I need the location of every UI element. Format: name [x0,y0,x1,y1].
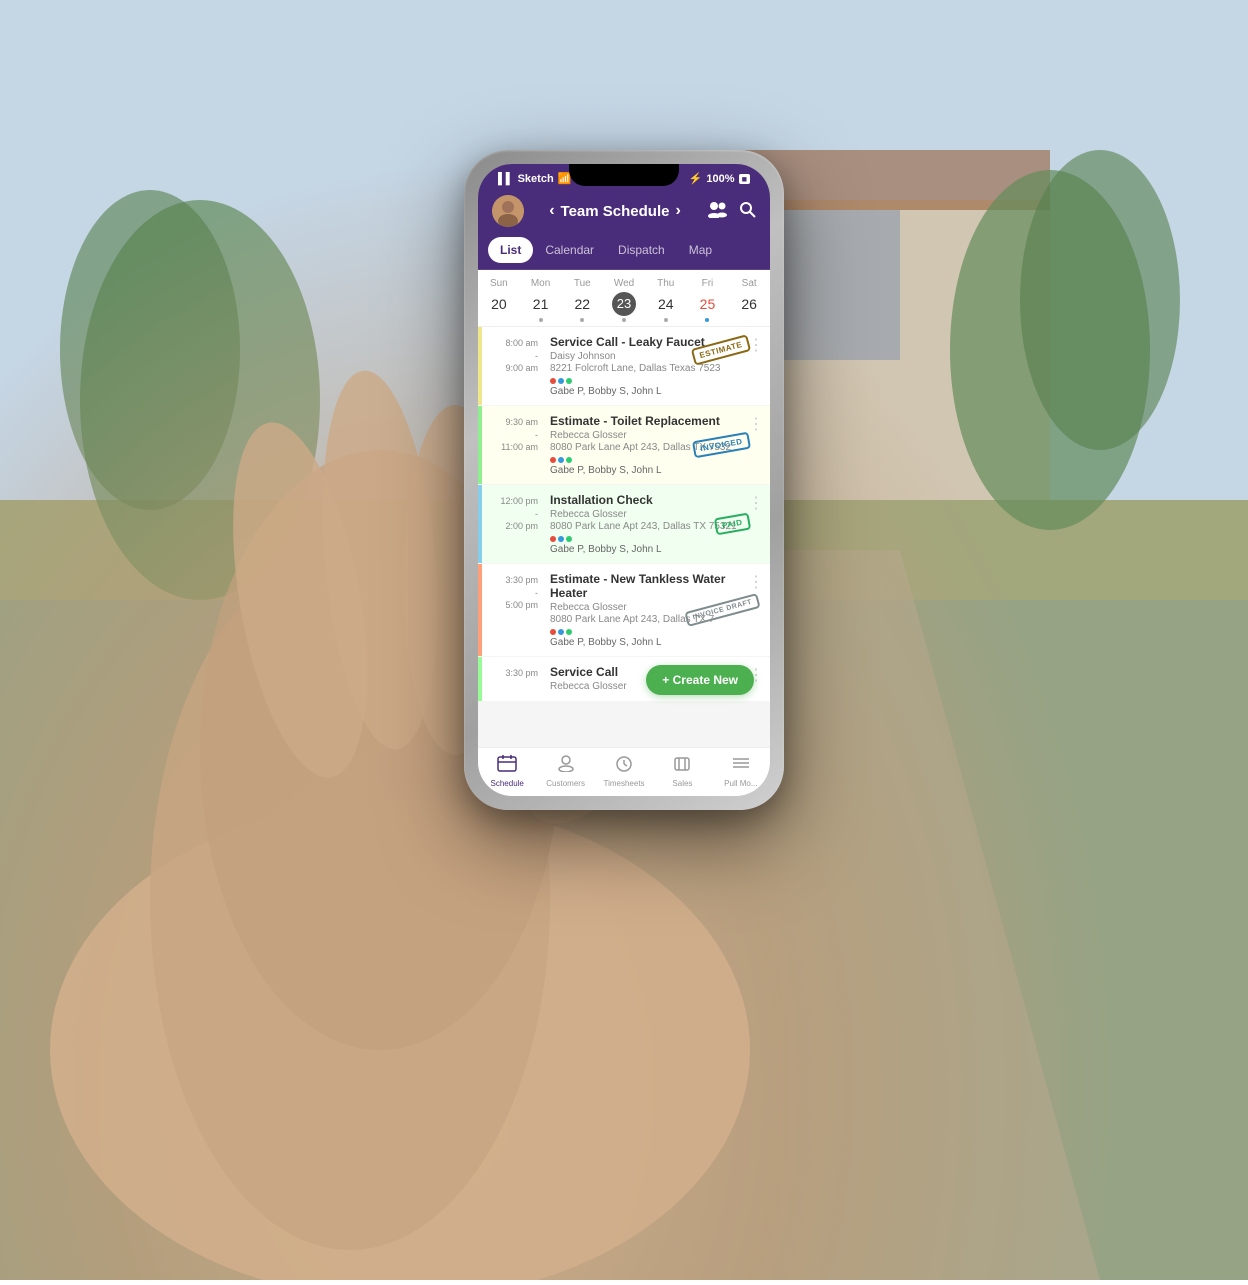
phone-frame: ▌▌ Sketch 📶 ⚡ 100% ■ [464,150,784,810]
nav-timesheets[interactable]: Timesheets [595,754,653,788]
nav-customers[interactable]: Customers [536,754,594,788]
battery-label: 100% [706,173,734,185]
day-mon[interactable]: Mon 21 [520,278,562,322]
item-content-4: Estimate - New Tankless Water Heater Reb… [544,564,770,656]
customers-icon [556,754,576,777]
team-color-dots-4 [550,629,764,635]
schedule-item-1[interactable]: 8:00 am - 9:00 am Service Call - Leaky F… [478,327,770,405]
more-options-1[interactable]: ⋮ [748,335,764,355]
sales-icon [672,754,692,777]
dot-red [550,378,556,384]
nav-schedule[interactable]: Schedule [478,754,536,788]
more-options-2[interactable]: ⋮ [748,414,764,434]
status-right: ⚡ 100% ■ [689,172,750,185]
team-color-dots-2 [550,457,764,463]
tab-list[interactable]: List [488,237,533,263]
item-team-2: Gabe P, Bobby S, John L [550,465,764,476]
bluetooth-icon: ⚡ [689,172,703,185]
item-content-1: Service Call - Leaky Faucet Daisy Johnso… [544,327,770,405]
status-left: ▌▌ Sketch 📶 [498,172,571,185]
day-sun[interactable]: Sun 20 [478,278,520,322]
app-screen: ▌▌ Sketch 📶 ⚡ 100% ■ [478,164,770,796]
time-range-2: 9:30 am - 11:00 am [482,406,544,484]
nav-back-button[interactable]: ‹ [549,202,554,220]
item-content-3: Installation Check Rebecca Glosser 8080 … [544,485,770,563]
dot-red [550,629,556,635]
bottom-navigation: Schedule Customers [478,747,770,796]
item-address-1: 8221 Folcroft Lane, Dallas Texas 7523 [550,363,764,374]
more-options-4[interactable]: ⋮ [748,572,764,592]
item-address-4: 8080 Park Lane Apt 243, Dallas TX 7 [550,614,764,625]
item-team-1: Gabe P, Bobby S, John L [550,386,764,397]
nav-customers-label: Customers [546,779,585,788]
item-team-4: Gabe P, Bobby S, John L [550,637,764,648]
more-options-3[interactable]: ⋮ [748,493,764,513]
dot-red [550,457,556,463]
schedule-item-2[interactable]: 9:30 am - 11:00 am Estimate - Toilet Rep… [478,406,770,484]
page-title: Team Schedule [561,203,670,220]
day-dot-wed [622,318,626,322]
dot-red [550,536,556,542]
app-header: ‹ Team Schedule › [478,189,770,237]
header-icons [706,200,756,223]
app-name-label: Sketch [518,173,554,185]
time-range-5: 3:30 pm [482,657,544,701]
menu-icon [731,754,751,777]
day-wed[interactable]: Wed 23 [603,278,645,322]
timesheets-icon [614,754,634,777]
schedule-icon [497,754,517,777]
tab-calendar[interactable]: Calendar [533,237,606,263]
dot-blue [558,536,564,542]
dot-blue [558,378,564,384]
team-color-dots-1 [550,378,764,384]
dot-green [566,536,572,542]
nav-forward-button[interactable]: › [675,202,680,220]
dot-green [566,378,572,384]
schedule-list: 8:00 am - 9:00 am Service Call - Leaky F… [478,327,770,747]
search-icon[interactable] [738,200,756,223]
battery-icon: ■ [739,174,750,184]
phone-notch [569,164,679,186]
day-dot-fri [705,318,709,322]
day-sat[interactable]: Sat 26 [728,278,770,322]
create-new-button[interactable]: + Create New [646,665,754,695]
item-title-2: Estimate - Toilet Replacement [550,414,764,428]
header-title-area: ‹ Team Schedule › [549,202,681,220]
time-range-4: 3:30 pm - 5:00 pm [482,564,544,656]
schedule-item-3[interactable]: 12:00 pm - 2:00 pm Installation Check Re… [478,485,770,563]
tab-map[interactable]: Map [677,237,724,263]
item-title-4: Estimate - New Tankless Water Heater [550,572,764,600]
day-dot-thu [664,318,668,322]
nav-timesheets-label: Timesheets [603,779,644,788]
nav-sales-label: Sales [672,779,692,788]
dot-green [566,457,572,463]
dot-green [566,629,572,635]
item-team-3: Gabe P, Bobby S, John L [550,544,764,555]
nav-sales[interactable]: Sales [653,754,711,788]
item-title-3: Installation Check [550,493,764,507]
navigation-tabs: List Calendar Dispatch Map [478,237,770,270]
day-dot-mon [539,318,543,322]
team-icon[interactable] [706,200,728,223]
time-range-3: 12:00 pm - 2:00 pm [482,485,544,563]
day-thu[interactable]: Thu 24 [645,278,687,322]
tab-dispatch[interactable]: Dispatch [606,237,677,263]
item-content-2: Estimate - Toilet Replacement Rebecca Gl… [544,406,770,484]
day-fri[interactable]: Fri 25 [687,278,729,322]
nav-schedule-label: Schedule [491,779,524,788]
avatar[interactable] [492,195,524,227]
signal-bars-icon: ▌▌ [498,173,514,185]
day-tue[interactable]: Tue 22 [561,278,603,322]
phone-device: ▌▌ Sketch 📶 ⚡ 100% ■ [464,150,784,810]
nav-more[interactable]: Pull Mo... [712,754,770,788]
nav-more-label: Pull Mo... [724,779,757,788]
dot-blue [558,629,564,635]
phone-screen-container: ▌▌ Sketch 📶 ⚡ 100% ■ [478,164,770,796]
schedule-item-4[interactable]: 3:30 pm - 5:00 pm Estimate - New Tankles… [478,564,770,656]
time-range-1: 8:00 am - 9:00 am [482,327,544,405]
day-dot-tue [580,318,584,322]
team-color-dots-3 [550,536,764,542]
week-calendar: Sun 20 Mon 21 Tue 22 Wed [478,270,770,327]
dot-blue [558,457,564,463]
